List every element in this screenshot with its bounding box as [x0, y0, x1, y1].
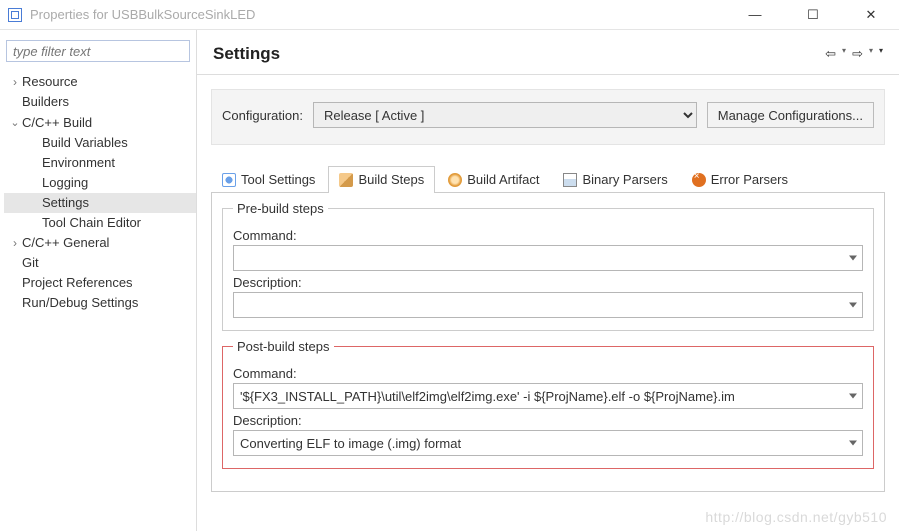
app-icon	[8, 8, 22, 22]
tree-item-logging[interactable]: Logging	[4, 173, 196, 193]
view-menu-icon[interactable]: ▾	[879, 46, 883, 62]
config-bar: Configuration: Release [ Active ] Manage…	[211, 89, 885, 145]
pre-build-group: Pre-build steps Command: Description:	[222, 201, 874, 331]
post-description-label: Description:	[233, 413, 863, 428]
forward-menu-icon[interactable]: ▾	[869, 46, 873, 62]
post-command-wrap	[233, 383, 863, 409]
filter-input[interactable]	[6, 40, 190, 62]
category-tree: Resource Builders C/C++ Build Build Vari…	[4, 68, 196, 317]
pre-description-label: Description:	[233, 275, 863, 290]
post-description-wrap	[233, 430, 863, 456]
forward-icon[interactable]: ⇨	[852, 46, 863, 62]
chevron-right-icon	[8, 233, 22, 253]
tree-item-ccgeneral[interactable]: C/C++ General	[4, 233, 196, 253]
tab-tool-settings[interactable]: Tool Settings	[211, 166, 326, 193]
pre-description-wrap	[233, 292, 863, 318]
tree-item-settings[interactable]: Settings	[4, 193, 196, 213]
pre-description-input[interactable]	[233, 292, 863, 318]
error-parsers-icon	[692, 173, 706, 187]
nav-buttons: ⇦ ▾ ⇨ ▾ ▾	[825, 46, 883, 62]
chevron-down-icon	[8, 112, 22, 133]
post-command-label: Command:	[233, 366, 863, 381]
tab-binary-parsers[interactable]: Binary Parsers	[552, 166, 678, 193]
tab-build-artifact[interactable]: Build Artifact	[437, 166, 550, 193]
filter-box	[6, 40, 190, 62]
config-select[interactable]: Release [ Active ]	[313, 102, 697, 128]
post-build-group: Post-build steps Command: Description:	[222, 339, 874, 469]
tree-item-run-debug[interactable]: Run/Debug Settings	[4, 293, 196, 313]
page-title: Settings	[213, 44, 825, 64]
tree-item-builders[interactable]: Builders	[4, 92, 196, 112]
build-artifact-icon	[448, 173, 462, 187]
binary-parsers-icon	[563, 173, 577, 187]
sidebar: Resource Builders C/C++ Build Build Vari…	[0, 30, 197, 531]
tab-build-steps[interactable]: Build Steps	[328, 166, 435, 193]
pre-command-input[interactable]	[233, 245, 863, 271]
build-steps-icon	[339, 173, 353, 187]
tree-item-environment[interactable]: Environment	[4, 153, 196, 173]
back-icon[interactable]: ⇦	[825, 46, 836, 62]
tree-item-project-references[interactable]: Project References	[4, 273, 196, 293]
window-title: Properties for USBBulkSourceSinkLED	[30, 7, 735, 22]
config-label: Configuration:	[222, 108, 303, 123]
pre-command-wrap	[233, 245, 863, 271]
back-menu-icon[interactable]: ▾	[842, 46, 846, 62]
minimize-button[interactable]: —	[735, 7, 775, 23]
pre-command-label: Command:	[233, 228, 863, 243]
tab-body: Pre-build steps Command: Description: Po…	[211, 193, 885, 492]
titlebar: Properties for USBBulkSourceSinkLED — ☐ …	[0, 0, 899, 30]
window-buttons: — ☐ ✕	[735, 7, 891, 23]
close-button[interactable]: ✕	[851, 7, 891, 23]
tab-error-parsers[interactable]: Error Parsers	[681, 166, 799, 193]
post-command-input[interactable]	[233, 383, 863, 409]
pre-build-legend: Pre-build steps	[233, 201, 328, 216]
content-header: Settings ⇦ ▾ ⇨ ▾ ▾	[197, 30, 899, 75]
tree-item-ccbuild[interactable]: C/C++ Build	[4, 112, 196, 133]
maximize-button[interactable]: ☐	[793, 7, 833, 23]
manage-configurations-button[interactable]: Manage Configurations...	[707, 102, 874, 128]
content-panel: Settings ⇦ ▾ ⇨ ▾ ▾ Configuration: Release …	[197, 30, 899, 531]
post-build-legend: Post-build steps	[233, 339, 334, 354]
tab-bar: Tool Settings Build Steps Build Artifact…	[211, 165, 885, 193]
post-description-input[interactable]	[233, 430, 863, 456]
tree-item-git[interactable]: Git	[4, 253, 196, 273]
tree-item-resource[interactable]: Resource	[4, 72, 196, 92]
tool-settings-icon	[222, 173, 236, 187]
tree-item-build-variables[interactable]: Build Variables	[4, 133, 196, 153]
tree-item-toolchain[interactable]: Tool Chain Editor	[4, 213, 196, 233]
chevron-right-icon	[8, 72, 22, 92]
